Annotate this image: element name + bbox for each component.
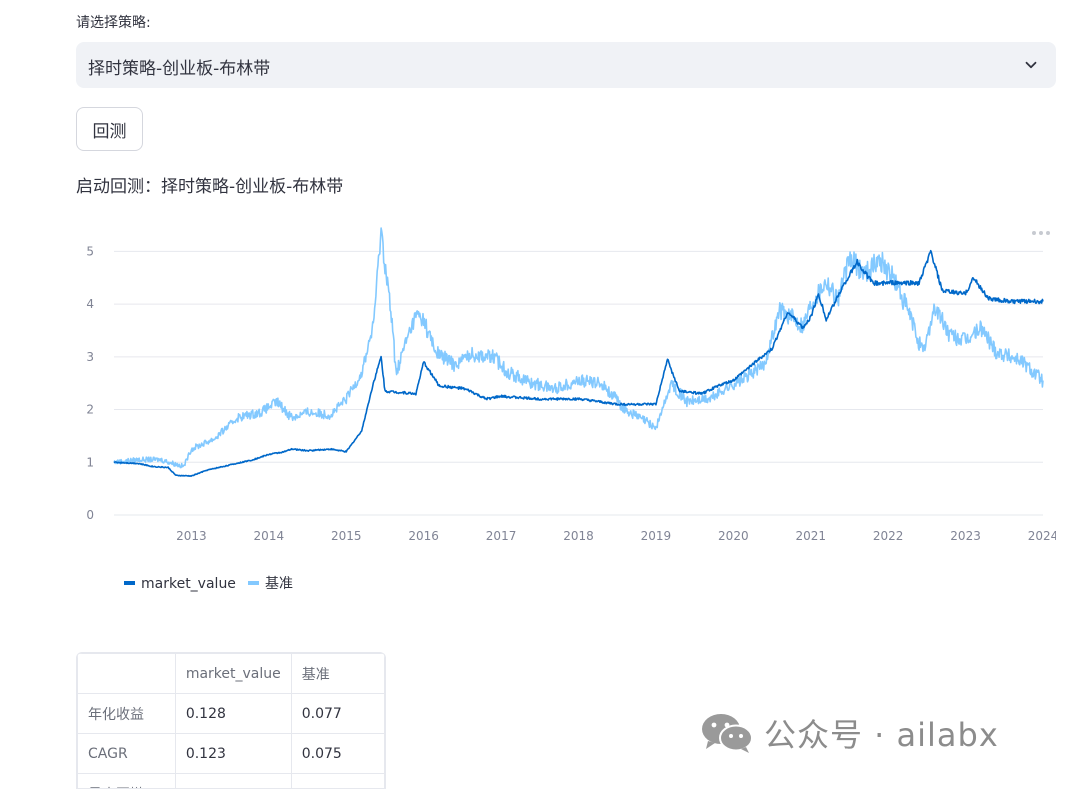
- table-header-market-value[interactable]: market_value: [174, 653, 292, 694]
- watermark-text: 公众号 · ailabx: [764, 716, 999, 754]
- x-tick-label: 2021: [795, 529, 826, 543]
- table-cell: [174, 773, 292, 788]
- series-line-market-value: [113, 249, 1044, 477]
- table-cell: 0.123: [174, 733, 292, 774]
- status-text: 启动回测：择时策略-创业板-布林带: [76, 177, 344, 197]
- y-tick-label: 5: [86, 244, 94, 258]
- legend-label: market_value: [141, 576, 236, 592]
- table-cell: 0.075: [290, 733, 385, 774]
- x-tick-label: 2013: [176, 529, 207, 543]
- y-tick-label: 1: [86, 455, 94, 469]
- table-row: 最大回撤: [77, 773, 385, 788]
- x-tick-label: 2017: [486, 529, 517, 543]
- x-tick-label: 2018: [563, 529, 594, 543]
- y-tick-label: 0: [86, 508, 94, 522]
- y-tick-label: 4: [86, 297, 94, 311]
- metrics-table-container: market_value 基准 年化收益 0.128 0.077 CAGR 0.…: [76, 652, 386, 789]
- x-tick-label: 2014: [254, 529, 285, 543]
- series-line-benchmark: [113, 227, 1044, 469]
- legend-swatch: [124, 581, 135, 585]
- x-tick-label: 2024: [1028, 529, 1056, 543]
- table-row-label: CAGR: [77, 733, 176, 774]
- x-tick-label: 2023: [950, 529, 981, 543]
- strategy-select[interactable]: 择时策略-创业板-布林带: [76, 42, 1056, 88]
- table-row-label: 最大回撤: [77, 773, 176, 788]
- watermark: 公众号 · ailabx: [700, 708, 1040, 758]
- legend-swatch: [248, 581, 259, 585]
- backtest-line-chart: 0 1 2 3 4 5 2013 2014 2015 2016 2017 2018 2019 2020 20…: [86, 227, 1056, 592]
- x-tick-label: 2016: [408, 529, 439, 543]
- table-row: CAGR 0.123 0.075: [77, 733, 385, 774]
- strategy-select-value: 择时策略-创业板-布林带: [88, 59, 271, 79]
- table-header-benchmark[interactable]: 基准: [290, 653, 385, 694]
- metrics-table: market_value 基准 年化收益 0.128 0.077 CAGR 0.…: [77, 653, 385, 788]
- x-tick-label: 2015: [331, 529, 362, 543]
- table-header-blank: [77, 653, 176, 694]
- legend-label: 基准: [265, 575, 293, 592]
- x-tick-label: 2022: [873, 529, 904, 543]
- chevron-down-icon: [1025, 61, 1037, 69]
- x-tick-label: 2020: [718, 529, 749, 543]
- table-row: 年化收益 0.128 0.077: [77, 693, 385, 734]
- x-tick-label: 2019: [641, 529, 672, 543]
- strategy-select-label: 请选择策略:: [76, 15, 151, 31]
- backtest-button[interactable]: 回测: [76, 107, 143, 151]
- table-cell: 0.128: [174, 693, 292, 734]
- y-tick-label: 3: [86, 350, 94, 364]
- table-cell: [290, 773, 385, 788]
- wechat-icon: [702, 714, 753, 753]
- table-row-label: 年化收益: [77, 693, 176, 734]
- y-tick-label: 2: [86, 403, 94, 417]
- table-cell: 0.077: [290, 693, 385, 734]
